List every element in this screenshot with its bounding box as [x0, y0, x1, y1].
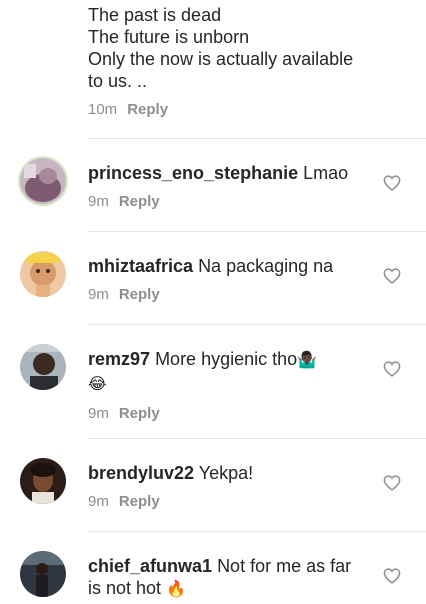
comment-body: brendyluv22 Yekpa! 9m Reply: [88, 462, 370, 511]
comment-time: 10m: [88, 101, 118, 118]
comment-text: Na packaging na: [198, 256, 334, 276]
comment-meta: 9m Reply: [88, 493, 370, 511]
comment-text: Yekpa!: [198, 463, 254, 483]
like-heart-icon[interactable]: [383, 175, 401, 191]
reply-button[interactable]: Reply: [127, 101, 168, 118]
like-heart-icon[interactable]: [383, 361, 401, 377]
comment-meta: 9m Reply: [88, 193, 370, 211]
username[interactable]: brendyluv22: [88, 463, 194, 483]
divider: [88, 324, 426, 325]
avatar-photo-2: [20, 251, 66, 297]
reply-button[interactable]: Reply: [119, 493, 160, 510]
comment-meta: 9m Reply: [88, 286, 370, 304]
avatar-photo-5: [20, 551, 66, 597]
comment-body: princess_eno_stephanie Lmao 9m Reply: [88, 162, 370, 211]
comment-text: Lmao: [303, 163, 349, 183]
username[interactable]: princess_eno_stephanie: [88, 163, 298, 183]
reply-button[interactable]: Reply: [119, 193, 160, 210]
comment-text: More hygienic tho: [155, 349, 298, 369]
username[interactable]: remz97: [88, 349, 150, 369]
comment-top: The past is dead The future is unborn On…: [88, 4, 408, 119]
comment-time: 9m: [88, 405, 109, 422]
reply-button[interactable]: Reply: [119, 286, 160, 303]
avatar-photo-3: [20, 344, 66, 390]
comment-text-line2: is not hot: [88, 578, 162, 598]
comment-item: princess_eno_stephanie Lmao 9m Reply: [0, 140, 426, 232]
comment-item: chief_afunwa1 Not for me as far is not h…: [0, 533, 426, 604]
avatar-photo-1: [20, 158, 66, 204]
username[interactable]: chief_afunwa1: [88, 556, 212, 576]
shrug-emoji-icon: 🤷🏿‍♂️: [297, 352, 318, 369]
comment-body: mhiztaafrica Na packaging na 9m Reply: [88, 255, 370, 304]
avatar[interactable]: [20, 344, 66, 390]
avatar-photo-4: [20, 458, 66, 504]
divider: [88, 138, 426, 139]
username[interactable]: mhiztaafrica: [88, 256, 193, 276]
comment-time: 9m: [88, 286, 109, 303]
avatar[interactable]: [20, 551, 66, 597]
like-heart-icon[interactable]: [383, 475, 401, 491]
divider: [88, 531, 426, 532]
comment-text: The past is dead The future is unborn On…: [88, 5, 354, 91]
avatar[interactable]: [20, 458, 66, 504]
avatar[interactable]: [20, 251, 66, 297]
laughing-emoji-icon: 😂: [88, 376, 107, 393]
fire-emoji-icon: 🔥: [166, 581, 186, 598]
avatar[interactable]: [20, 158, 66, 204]
comment-text: Not for me as far: [217, 556, 352, 576]
comment-time: 9m: [88, 193, 109, 210]
comment-meta: 10m Reply: [88, 101, 408, 119]
comment-body: chief_afunwa1 Not for me as far is not h…: [88, 555, 370, 601]
like-heart-icon[interactable]: [383, 568, 401, 584]
comment-meta: 9m Reply: [88, 405, 370, 423]
reply-button[interactable]: Reply: [119, 405, 160, 422]
comment-item: brendyluv22 Yekpa! 9m Reply: [0, 440, 426, 532]
comment-item: remz97 More hygienic tho🤷🏿‍♂️ 😂 9m Reply: [0, 326, 426, 438]
like-heart-icon[interactable]: [383, 268, 401, 284]
comment-body: remz97 More hygienic tho🤷🏿‍♂️ 😂 9m Reply: [88, 348, 370, 423]
divider: [88, 438, 426, 439]
divider: [88, 231, 426, 232]
comment-item: mhiztaafrica Na packaging na 9m Reply: [0, 233, 426, 325]
comment-time: 9m: [88, 493, 109, 510]
